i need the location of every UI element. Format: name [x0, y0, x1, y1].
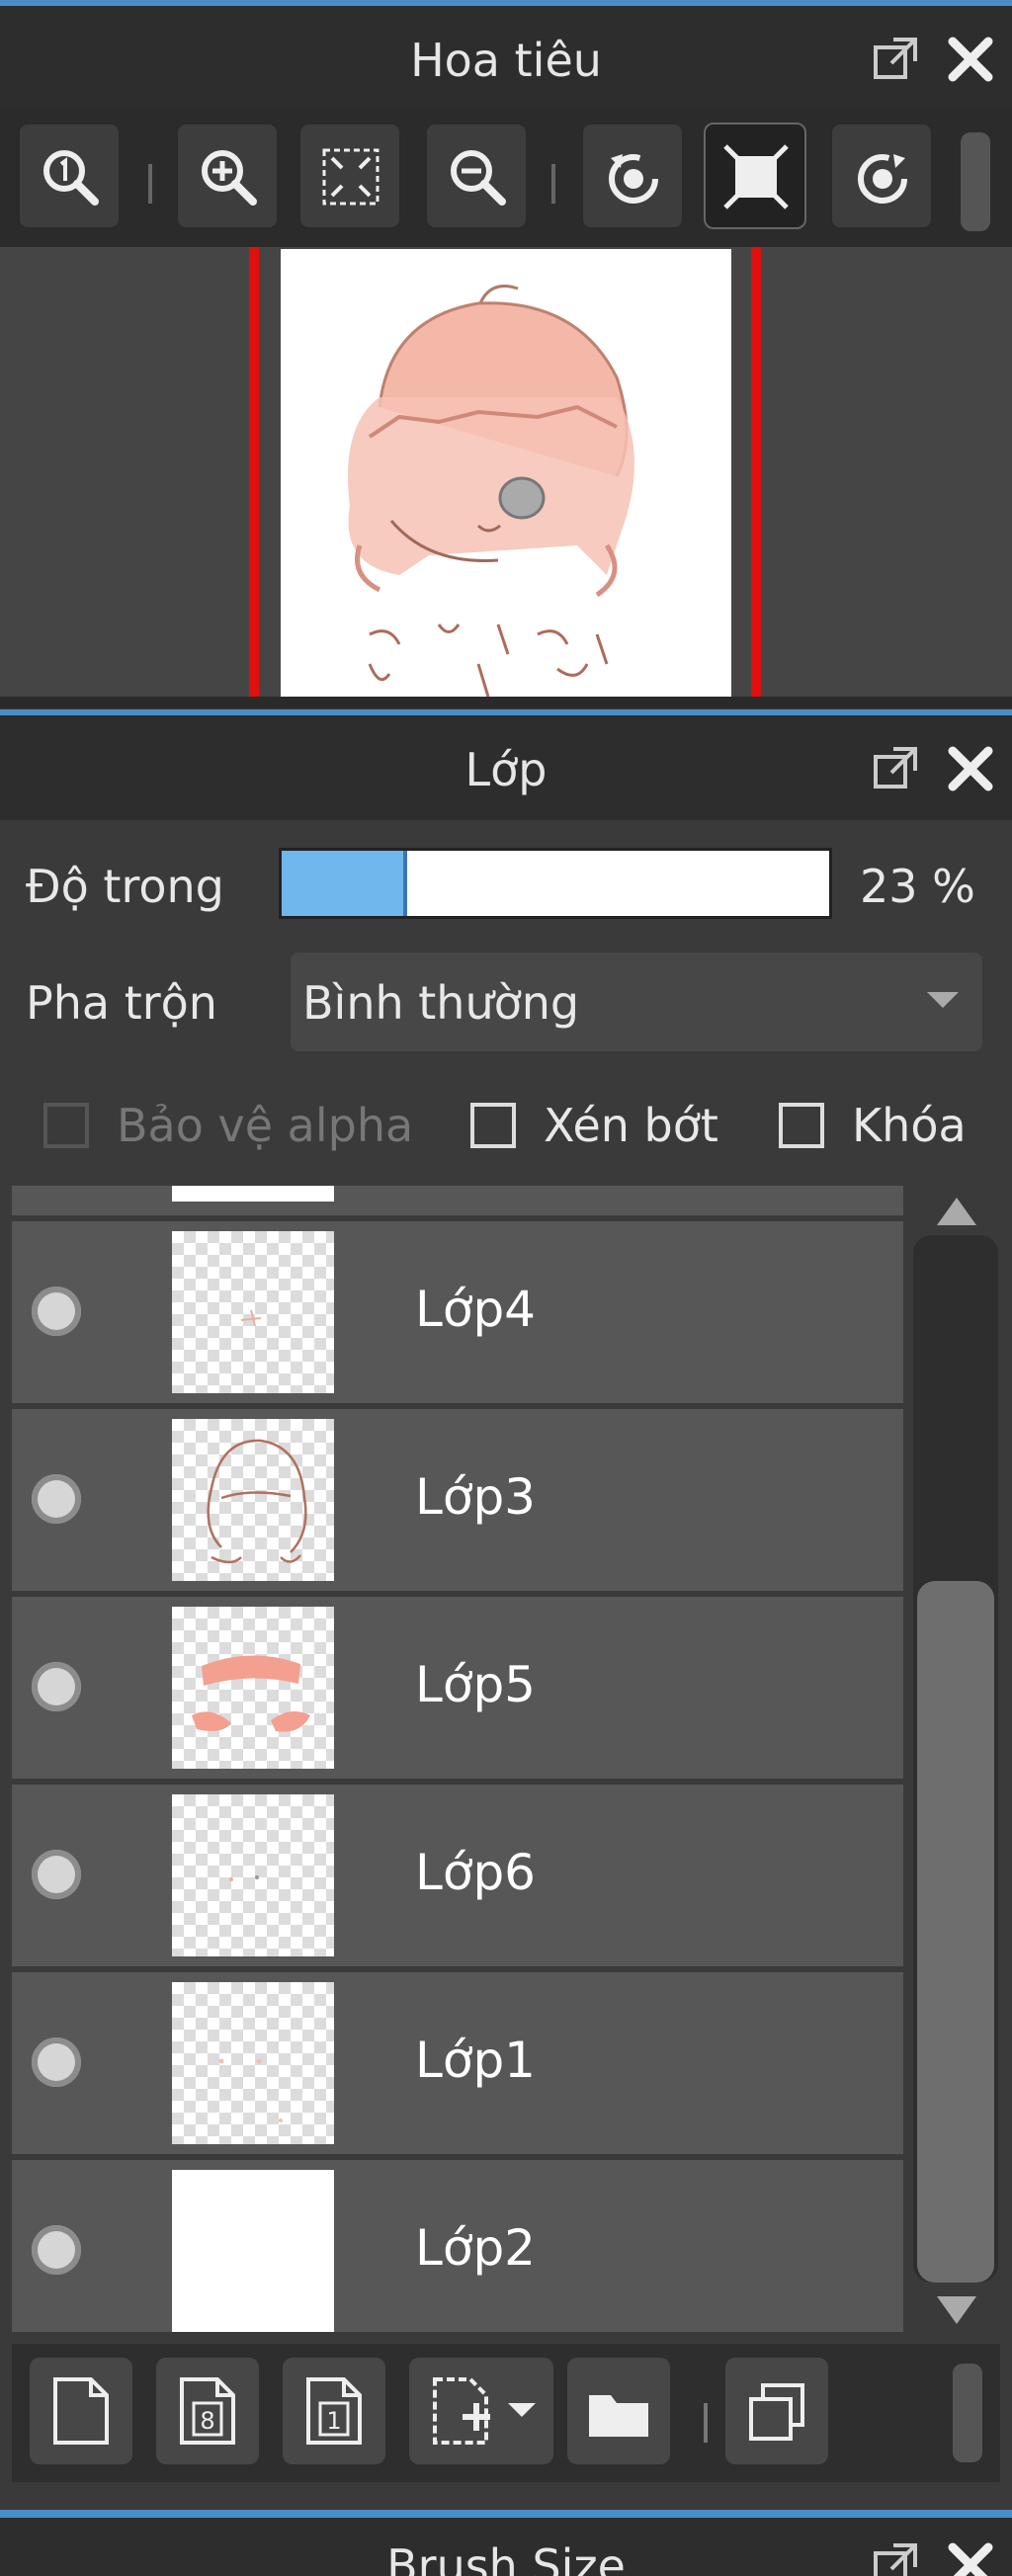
layer-name: Lớp3 [415, 1468, 536, 1526]
chevron-down-icon [508, 2403, 536, 2417]
layer-row[interactable]: Lớp1 [12, 1972, 903, 2160]
panel-accent-line [0, 2510, 1012, 2518]
layer-name: Lớp6 [415, 1844, 536, 1901]
svg-text:8: 8 [200, 2407, 214, 2435]
layer-name: Lớp4 [415, 1281, 536, 1338]
opacity-label: Độ trong [26, 860, 224, 913]
toolbar-separator [148, 164, 152, 204]
zoom-out-button[interactable] [425, 123, 528, 229]
opacity-value: 23 % [860, 860, 975, 913]
canvas-preview [281, 249, 731, 697]
add-layer-icon [433, 2377, 490, 2445]
reset-view-button[interactable] [704, 123, 806, 229]
layer-title-bar: Lớp [0, 715, 1012, 828]
fit-to-window-button[interactable] [298, 123, 401, 229]
navigator-toolbar [0, 109, 1012, 247]
reset-view-icon [723, 144, 789, 209]
character-drawing-image [348, 285, 634, 697]
close-icon[interactable] [945, 2539, 996, 2576]
new-folder-button[interactable] [567, 2358, 670, 2464]
protect-alpha-label: Bảo vệ alpha [117, 1099, 414, 1152]
blend-mode-label: Pha trộn [26, 976, 217, 1030]
layer-scrollbar-thumb[interactable] [917, 1581, 994, 2283]
scroll-up-icon[interactable] [937, 1198, 976, 1225]
visibility-toggle-icon[interactable] [32, 2037, 81, 2087]
new-layer-button[interactable] [30, 2358, 132, 2464]
layer-thumbnail [172, 1794, 334, 1956]
clipping-label: Xén bớt [544, 1099, 718, 1152]
brush-size-title-bar: Brush Size [0, 2518, 1012, 2576]
layer-row[interactable]: Lớp6 [12, 1785, 903, 1972]
layer-row[interactable]: Lớp3 [12, 1409, 903, 1597]
view-frame-left [249, 247, 259, 697]
rotate-left-icon [609, 154, 658, 204]
scroll-down-icon[interactable] [937, 2296, 976, 2324]
layer-name: Lớp5 [415, 1656, 536, 1713]
zoom-in-button[interactable] [176, 123, 279, 229]
zoom-actual-size-button[interactable] [18, 123, 121, 229]
layer-row[interactable]: Lớp2 [12, 2160, 903, 2332]
svg-text:1: 1 [326, 2407, 341, 2435]
opacity-slider-fill [282, 851, 408, 916]
layer-thumbnail [172, 1231, 334, 1393]
brush-size-title: Brush Size [386, 2539, 626, 2576]
popout-icon[interactable] [870, 2539, 921, 2576]
rotate-right-button[interactable] [830, 123, 933, 229]
layer-thumbnail [172, 1982, 334, 2144]
toolbar-scroll-handle[interactable] [953, 2364, 982, 2462]
fit-to-window-icon [322, 148, 380, 206]
navigator-title: Hoa tiêu [410, 34, 602, 87]
toolbar-scroll-handle[interactable] [961, 132, 990, 231]
layer-row[interactable]: Lớp5 [12, 1597, 903, 1785]
popout-icon[interactable] [870, 743, 921, 794]
close-icon[interactable] [945, 743, 996, 794]
lock-label: Khóa [852, 1099, 967, 1152]
navigator-title-bar: Hoa tiêu [0, 6, 1012, 119]
layer-thumbnail [172, 1419, 334, 1581]
visibility-toggle-icon[interactable] [32, 1850, 81, 1899]
layer-thumbnail [172, 2170, 334, 2332]
new-1bit-layer-button[interactable]: 1 [283, 2358, 385, 2464]
layer-row[interactable]: Lớp4 [12, 1221, 903, 1409]
zoom-out-icon [451, 150, 506, 206]
popout-icon[interactable] [870, 34, 921, 85]
lock-checkbox[interactable] [779, 1103, 824, 1148]
folder-icon [589, 2395, 648, 2437]
blend-mode-select[interactable]: Bình thường [291, 953, 982, 1051]
layer-thumbnail [172, 1607, 334, 1769]
layer-name: Lớp1 [415, 2032, 536, 2089]
zoom-in-icon [202, 150, 257, 206]
opacity-slider[interactable] [279, 848, 832, 919]
layer-toolbar: 8 1 [12, 2344, 1000, 2482]
toolbar-separator [704, 2403, 708, 2443]
layer-list: Lớp4 Lớp3 Lớp5 Lớp6 Lớp1 Lớp2 [12, 1186, 903, 2332]
clipping-checkbox[interactable] [470, 1103, 516, 1148]
visibility-toggle-icon[interactable] [32, 1474, 81, 1524]
1bit-layer-icon: 1 [306, 2377, 362, 2445]
visibility-toggle-icon[interactable] [32, 1287, 81, 1336]
new-8bit-layer-button[interactable]: 8 [156, 2358, 259, 2464]
panel-splitter[interactable] [0, 697, 1012, 708]
rotate-left-button[interactable] [581, 123, 684, 229]
blend-mode-value: Bình thường [302, 976, 580, 1030]
close-icon[interactable] [945, 34, 996, 85]
view-frame-right [751, 247, 761, 697]
8bit-layer-icon: 8 [180, 2377, 235, 2445]
add-layer-dropdown-button[interactable] [409, 2358, 553, 2464]
visibility-toggle-icon[interactable] [32, 2225, 81, 2275]
layer-thumbnail [172, 1186, 334, 1202]
duplicate-icon [749, 2383, 804, 2441]
protect-alpha-checkbox[interactable] [43, 1103, 89, 1148]
layer-name: Lớp2 [415, 2219, 536, 2277]
toolbar-separator [551, 164, 555, 204]
duplicate-layer-button[interactable] [725, 2358, 828, 2464]
new-page-icon [53, 2377, 109, 2445]
rotate-right-icon [858, 154, 907, 204]
visibility-toggle-icon[interactable] [32, 1662, 81, 1711]
layer-panel-title: Lớp [464, 743, 548, 796]
chevron-down-icon [927, 992, 959, 1008]
partial-layer-row[interactable] [12, 1186, 903, 1215]
zoom-actual-size-icon [43, 150, 99, 206]
